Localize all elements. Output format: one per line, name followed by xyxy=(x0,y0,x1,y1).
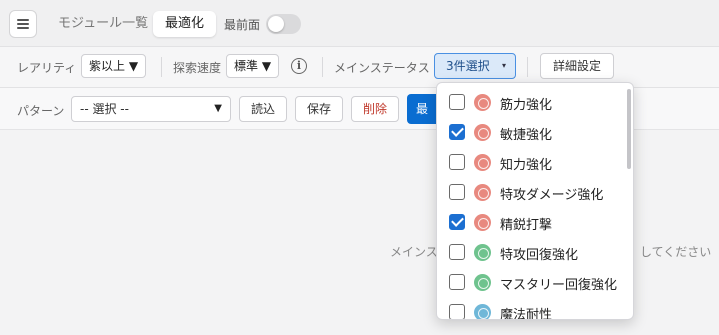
info-icon[interactable]: i xyxy=(291,58,307,74)
magic-resist-icon xyxy=(474,304,491,319)
checkbox[interactable] xyxy=(449,94,465,110)
strength-icon xyxy=(474,94,491,111)
option-strength[interactable]: 筋力強化 xyxy=(437,87,633,117)
divider xyxy=(322,57,323,77)
advanced-settings-button[interactable]: 詳細設定 xyxy=(540,53,614,79)
option-special-damage[interactable]: 特攻ダメージ強化 xyxy=(437,177,633,207)
option-label: 精鋭打撃 xyxy=(500,218,553,233)
option-elite-strike[interactable]: 精鋭打撃 xyxy=(437,207,633,237)
load-button[interactable]: 読込 xyxy=(239,96,287,122)
main-stat-label: メインステータス xyxy=(334,61,430,75)
checkbox[interactable] xyxy=(449,184,465,200)
divider xyxy=(161,57,162,77)
checkbox[interactable] xyxy=(449,214,465,230)
mastery-heal-icon xyxy=(474,274,491,291)
delete-button[interactable]: 削除 xyxy=(351,96,399,122)
speed-label: 探索速度 xyxy=(173,61,222,75)
caret-down-icon: ▼ xyxy=(214,103,222,114)
special-damage-icon xyxy=(474,184,491,201)
main-stat-dropdown: 筋力強化 敏捷強化 知力強化 特攻ダメージ強化 精鋭打撃 特攻回復強化 マスタリ… xyxy=(436,82,634,320)
option-label: 特攻ダメージ強化 xyxy=(500,188,604,203)
tab-module-list[interactable]: モジュール一覧 xyxy=(46,11,160,37)
chevron-down-icon: ▾ xyxy=(501,61,506,70)
topmost-label: 最前面 xyxy=(224,18,261,32)
option-label: 筋力強化 xyxy=(500,98,553,113)
hamburger-icon xyxy=(17,19,29,29)
option-label: 敏捷強化 xyxy=(500,128,553,143)
option-special-heal[interactable]: 特攻回復強化 xyxy=(437,237,633,267)
checkbox[interactable] xyxy=(449,154,465,170)
main-stat-select[interactable]: 3件選択 ▾ xyxy=(434,53,516,79)
option-intellect[interactable]: 知力強化 xyxy=(437,147,633,177)
checkbox[interactable] xyxy=(449,304,465,319)
checkbox[interactable] xyxy=(449,124,465,140)
divider xyxy=(527,57,528,77)
save-button[interactable]: 保存 xyxy=(295,96,343,122)
pattern-label: パターン xyxy=(17,104,65,118)
pattern-select[interactable]: -- 選択 -- ▼ xyxy=(71,96,231,122)
checkbox[interactable] xyxy=(449,244,465,260)
rarity-select[interactable]: 紫以上 ▼ xyxy=(81,54,147,78)
option-agility[interactable]: 敏捷強化 xyxy=(437,117,633,147)
speed-select[interactable]: 標準 ▼ xyxy=(226,54,280,78)
option-label: 魔法耐性 xyxy=(500,308,553,320)
topmost-toggle[interactable] xyxy=(266,14,301,34)
main-stat-value: 3件選択 xyxy=(446,59,490,73)
option-label: 特攻回復強化 xyxy=(500,248,579,263)
menu-button[interactable] xyxy=(9,10,37,38)
checkbox[interactable] xyxy=(449,274,465,290)
special-heal-icon xyxy=(474,244,491,261)
tab-optimize[interactable]: 最適化 xyxy=(153,11,217,37)
elite-strike-icon xyxy=(474,214,491,231)
dropdown-scrollbar[interactable] xyxy=(627,89,631,169)
rarity-label: レアリティ xyxy=(17,61,77,75)
option-label: マスタリー回復強化 xyxy=(500,278,618,293)
option-magic-resist[interactable]: 魔法耐性 xyxy=(437,297,633,320)
empty-message-end: してください xyxy=(640,245,712,259)
option-mastery-heal[interactable]: マスタリー回復強化 xyxy=(437,267,633,297)
intellect-icon xyxy=(474,154,491,171)
top-bar: モジュール一覧 最適化 最前面 xyxy=(0,0,719,47)
pattern-select-value: -- 選択 -- xyxy=(80,102,129,116)
empty-message-start: メインス xyxy=(390,245,438,259)
toggle-knob xyxy=(268,16,284,32)
agility-icon xyxy=(474,124,491,141)
option-label: 知力強化 xyxy=(500,158,553,173)
